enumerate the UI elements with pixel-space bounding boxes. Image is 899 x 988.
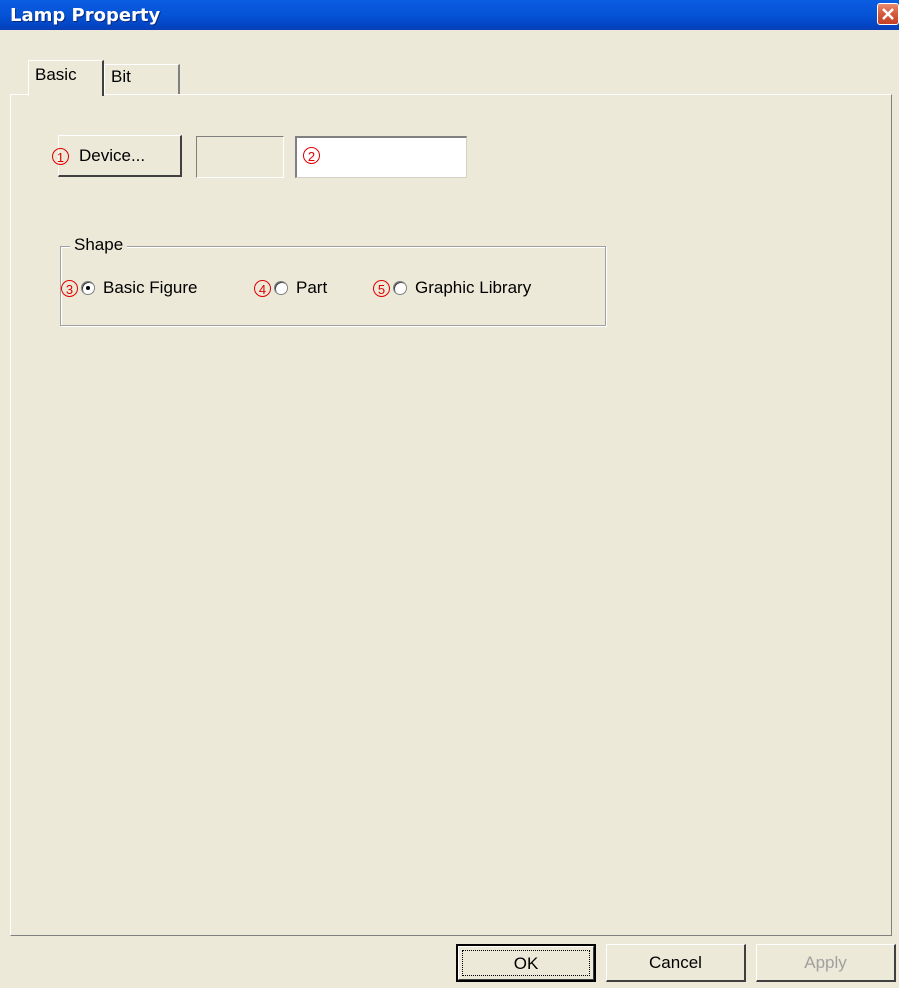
title-bar[interactable]: Lamp Property — [0, 0, 899, 30]
annotation-marker: 4 — [254, 280, 271, 297]
annotation-marker: 5 — [373, 280, 390, 297]
ok-button-label: OK — [513, 954, 539, 973]
cancel-button[interactable]: Cancel — [606, 944, 746, 982]
apply-button[interactable]: Apply — [756, 944, 896, 982]
device-button-label: Device... — [79, 146, 146, 165]
radio-button-icon[interactable] — [393, 281, 407, 295]
radio-button-icon[interactable] — [81, 281, 95, 295]
annotation-marker: 1 — [52, 148, 69, 165]
window-title: Lamp Property — [10, 5, 161, 26]
apply-button-label: Apply — [804, 953, 847, 972]
cancel-button-label: Cancel — [649, 953, 702, 972]
tab-bit[interactable]: Bit — [104, 64, 180, 94]
shape-group-legend: Shape — [70, 235, 128, 255]
tab-page-basic — [10, 94, 892, 936]
annotation-marker: 2 — [303, 147, 320, 164]
tab-basic-label: Basic — [35, 65, 77, 84]
close-button[interactable] — [877, 3, 899, 25]
ok-button[interactable]: OK — [456, 944, 596, 982]
radio-label: Part — [296, 278, 328, 297]
radio-label: Graphic Library — [415, 278, 532, 297]
device-address-input[interactable]: 2 — [295, 136, 467, 178]
device-button[interactable]: 1 Device... — [52, 135, 182, 177]
close-icon — [882, 8, 894, 20]
tab-bit-label: Bit — [111, 67, 131, 86]
tab-basic[interactable]: Basic — [28, 60, 104, 96]
radio-button-icon[interactable] — [274, 281, 288, 295]
device-display-field — [196, 136, 284, 178]
radio-label: Basic Figure — [103, 278, 198, 297]
annotation-marker: 3 — [61, 280, 78, 297]
